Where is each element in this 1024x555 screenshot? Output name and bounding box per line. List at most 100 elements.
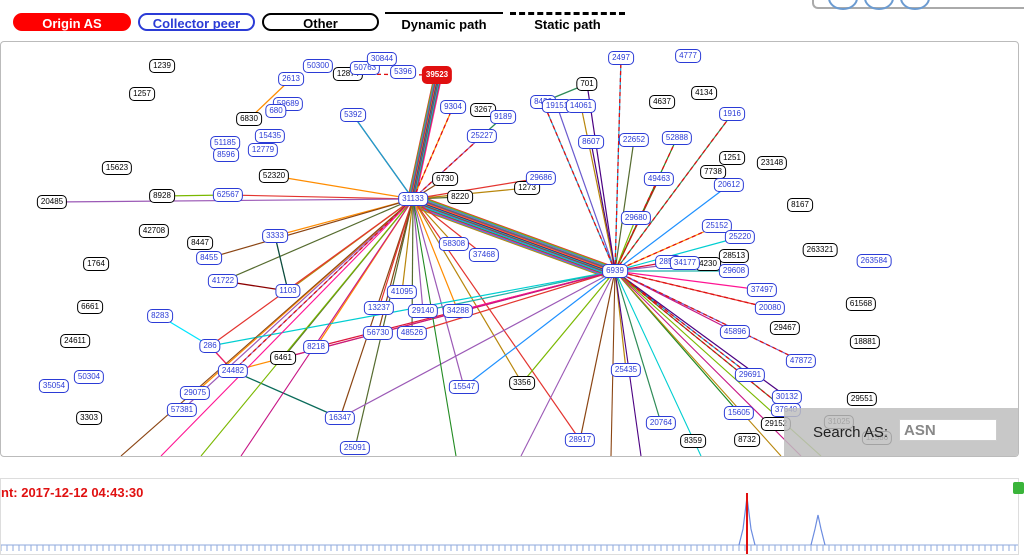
as-node-peer[interactable]: 28917 bbox=[564, 433, 596, 447]
as-node-peer[interactable]: 15435 bbox=[254, 129, 286, 143]
as-node-other[interactable]: 18881 bbox=[849, 335, 881, 349]
as-node-peer[interactable]: 25220 bbox=[724, 230, 756, 244]
as-node-peer[interactable]: 25091 bbox=[339, 441, 371, 455]
as-node-other[interactable]: 42708 bbox=[138, 224, 170, 238]
as-node-peer[interactable]: 29608 bbox=[718, 264, 750, 278]
as-node-peer[interactable]: 9189 bbox=[490, 110, 516, 124]
as-node-peer[interactable]: 3333 bbox=[262, 229, 288, 243]
as-node-peer[interactable]: 15547 bbox=[448, 380, 480, 394]
as-node-other[interactable]: 8447 bbox=[187, 236, 213, 250]
as-node-peer[interactable]: 6939 bbox=[602, 264, 628, 278]
as-node-peer[interactable]: 5392 bbox=[340, 108, 366, 122]
as-node-peer[interactable]: 8283 bbox=[147, 309, 173, 323]
as-node-other[interactable]: 701 bbox=[576, 77, 598, 91]
as-node-peer[interactable]: 57381 bbox=[166, 403, 198, 417]
as-node-peer[interactable]: 25435 bbox=[610, 363, 642, 377]
as-node-other[interactable]: 1251 bbox=[719, 151, 745, 165]
as-node-peer[interactable]: 37497 bbox=[746, 283, 778, 297]
as-node-peer[interactable]: 31133 bbox=[398, 192, 428, 206]
as-node-other[interactable]: 4637 bbox=[649, 95, 675, 109]
legend-static-path[interactable]: Static path bbox=[510, 12, 625, 32]
control-circle-icon[interactable] bbox=[900, 0, 930, 10]
as-node-peer[interactable]: 30844 bbox=[366, 52, 398, 66]
as-node-other[interactable]: 1239 bbox=[149, 59, 175, 73]
as-node-other[interactable]: 29467 bbox=[769, 321, 801, 335]
as-node-peer[interactable]: 29680 bbox=[620, 211, 652, 225]
as-node-peer[interactable]: 9304 bbox=[440, 100, 466, 114]
as-node-other[interactable]: 29551 bbox=[846, 392, 878, 406]
as-node-other[interactable]: 6461 bbox=[270, 351, 296, 365]
as-node-other[interactable]: 8359 bbox=[680, 434, 706, 448]
as-node-other[interactable]: 8928 bbox=[149, 189, 175, 203]
as-node-peer[interactable]: 1103 bbox=[275, 284, 301, 298]
as-node-other[interactable]: 23148 bbox=[756, 156, 788, 170]
as-node-peer[interactable]: 24482 bbox=[217, 364, 249, 378]
as-node-other[interactable]: 28513 bbox=[718, 249, 750, 263]
as-node-peer[interactable]: 2497 bbox=[608, 51, 634, 65]
as-node-other[interactable]: 4134 bbox=[691, 86, 717, 100]
as-node-other[interactable]: 1764 bbox=[83, 257, 109, 271]
as-node-other[interactable]: 15623 bbox=[101, 161, 133, 175]
as-node-peer[interactable]: 14061 bbox=[565, 99, 597, 113]
as-node-peer[interactable]: 8455 bbox=[196, 251, 222, 265]
as-node-peer[interactable]: 47872 bbox=[785, 354, 817, 368]
timeline-panel[interactable]: nt: 2017-12-12 04:43:30 bbox=[0, 478, 1019, 555]
as-node-peer[interactable]: 45896 bbox=[719, 325, 751, 339]
as-node-peer[interactable]: 34177 bbox=[669, 256, 701, 270]
control-circle-icon[interactable] bbox=[864, 0, 894, 10]
as-node-peer[interactable]: 8218 bbox=[303, 340, 329, 354]
as-node-peer[interactable]: 56730 bbox=[362, 326, 394, 340]
as-node-other[interactable]: 8732 bbox=[734, 433, 760, 447]
as-node-peer[interactable]: 25227 bbox=[466, 129, 498, 143]
as-node-other[interactable]: 6830 bbox=[236, 112, 262, 126]
as-node-peer[interactable]: 1916 bbox=[719, 107, 745, 121]
as-node-other[interactable]: 263321 bbox=[802, 243, 838, 257]
as-node-peer[interactable]: 29686 bbox=[525, 171, 557, 185]
as-node-peer[interactable]: 20764 bbox=[645, 416, 677, 430]
as-node-peer[interactable]: 15605 bbox=[723, 406, 755, 420]
legend-dynamic-path[interactable]: Dynamic path bbox=[385, 12, 503, 32]
legend-other[interactable]: Other bbox=[262, 13, 379, 31]
as-node-peer[interactable]: 48526 bbox=[396, 326, 428, 340]
as-node-peer[interactable]: 20080 bbox=[754, 301, 786, 315]
as-node-peer[interactable]: 680 bbox=[265, 104, 287, 118]
as-node-other[interactable]: 8167 bbox=[787, 198, 813, 212]
as-node-peer[interactable]: 41722 bbox=[207, 274, 239, 288]
as-node-peer[interactable]: 22652 bbox=[618, 133, 650, 147]
as-node-other[interactable]: 52320 bbox=[258, 169, 290, 183]
as-node-origin[interactable]: 39523 bbox=[421, 66, 453, 84]
as-node-peer[interactable]: 29075 bbox=[179, 386, 211, 400]
search-as-input[interactable] bbox=[899, 419, 997, 441]
as-node-other[interactable]: 3356 bbox=[509, 376, 535, 390]
as-node-other[interactable]: 20485 bbox=[36, 195, 68, 209]
as-node-peer[interactable]: 35054 bbox=[38, 379, 70, 393]
as-node-peer[interactable]: 4777 bbox=[675, 49, 701, 63]
as-graph-canvas[interactable]: 39523 1239 1257 6830 15623 8928 20485 42708 8447… bbox=[0, 41, 1019, 457]
as-node-peer[interactable]: 12779 bbox=[247, 143, 279, 157]
as-node-peer[interactable]: 50304 bbox=[73, 370, 105, 384]
as-node-peer[interactable]: 20612 bbox=[713, 178, 745, 192]
as-node-peer[interactable]: 62567 bbox=[212, 188, 244, 202]
as-node-peer[interactable]: 29691 bbox=[734, 368, 766, 382]
as-node-peer[interactable]: 52888 bbox=[661, 131, 693, 145]
as-node-other[interactable]: 61568 bbox=[845, 297, 877, 311]
as-node-peer[interactable]: 50300 bbox=[302, 59, 334, 73]
as-node-peer[interactable]: 8596 bbox=[213, 148, 239, 162]
as-node-other[interactable]: 24611 bbox=[60, 334, 90, 348]
as-node-peer[interactable]: 286 bbox=[199, 339, 221, 353]
as-node-peer[interactable]: 34288 bbox=[442, 304, 474, 318]
as-node-peer[interactable]: 13237 bbox=[363, 301, 395, 315]
as-node-peer[interactable]: 8607 bbox=[578, 135, 604, 149]
as-node-other[interactable]: 7738 bbox=[700, 165, 726, 179]
as-node-other[interactable]: 1257 bbox=[129, 87, 155, 101]
as-node-peer[interactable]: 2613 bbox=[278, 72, 304, 86]
expand-icon[interactable] bbox=[1013, 482, 1024, 494]
as-node-peer[interactable]: 5396 bbox=[390, 65, 416, 79]
as-node-peer[interactable]: 41095 bbox=[386, 285, 418, 299]
as-node-other[interactable]: 3303 bbox=[76, 411, 102, 425]
as-node-peer[interactable]: 29140 bbox=[407, 304, 439, 318]
as-node-peer[interactable]: 30132 bbox=[771, 390, 803, 404]
control-circle-icon[interactable] bbox=[828, 0, 858, 10]
as-node-peer[interactable]: 16347 bbox=[324, 411, 356, 425]
as-node-other[interactable]: 6730 bbox=[432, 172, 458, 186]
